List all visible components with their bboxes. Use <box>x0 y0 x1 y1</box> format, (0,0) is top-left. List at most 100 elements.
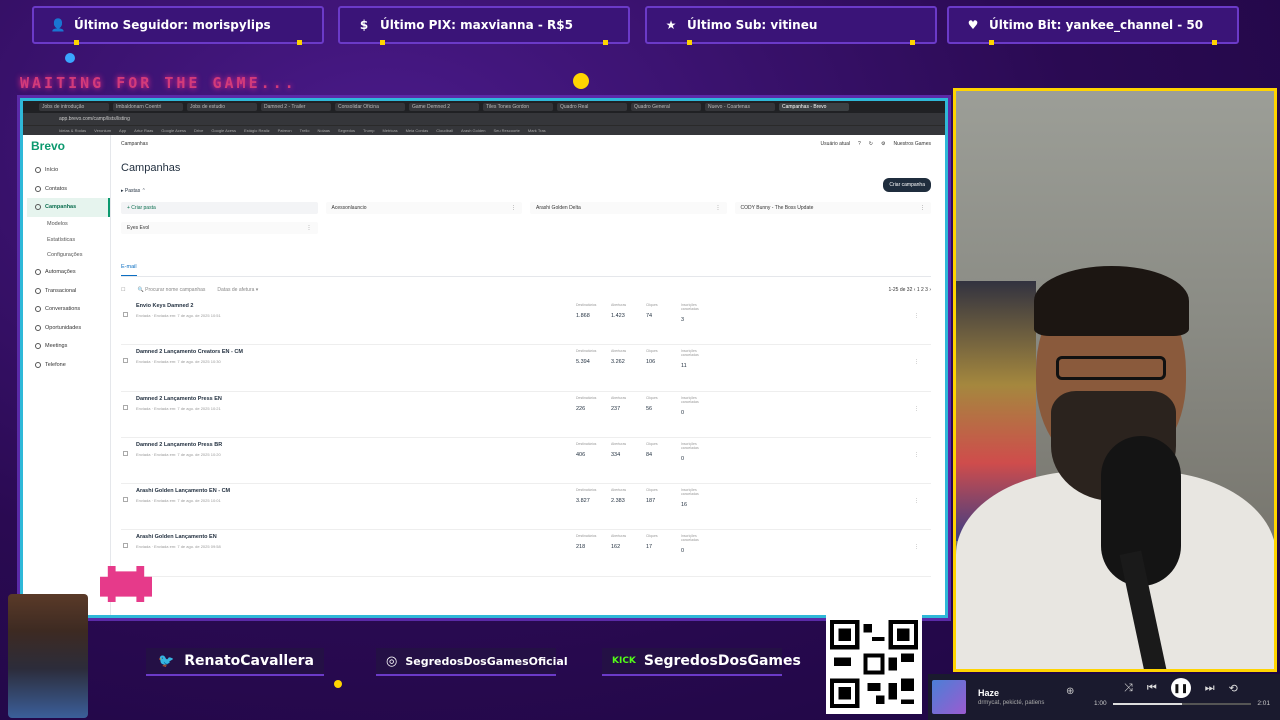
sidebar-item-meetings[interactable]: Meetings <box>31 337 110 356</box>
current-user-button[interactable]: Usuário atual <box>821 141 850 147</box>
bookmark-item[interactable]: Segredos <box>338 128 355 133</box>
bookmark-item[interactable]: Patreon <box>278 128 292 133</box>
table-row[interactable]: Envio Keys Damned 2 Enviada · Enviada em:… <box>121 299 931 346</box>
more-icon[interactable]: ⋮ <box>716 205 721 211</box>
date-filter[interactable]: Datas de afetura ▾ <box>217 287 258 293</box>
sidebar-item-oportunidades[interactable]: Oportunidades <box>31 319 110 338</box>
folders-toggle[interactable]: ▸ Pastas ⌃ <box>121 188 931 194</box>
folder-item[interactable]: Acessonlauncio ⋮ <box>325 202 522 214</box>
sidebar-item-contatos[interactable]: Contatos <box>31 180 110 199</box>
browser-tab[interactable]: Tiles Tones Gordon <box>483 103 553 111</box>
more-icon[interactable]: ⋮ <box>914 359 919 365</box>
more-icon[interactable]: ⋮ <box>914 544 919 550</box>
sidebar-item-estatísticas[interactable]: Estatísticas <box>31 232 110 248</box>
row-checkbox[interactable] <box>123 497 128 503</box>
sidebar-item-modelos[interactable]: Modelos <box>31 217 110 233</box>
more-icon[interactable]: ⋮ <box>914 498 919 504</box>
bookmark-item[interactable]: Ideias & Rodas <box>59 128 86 133</box>
bookmark-item[interactable]: Seu Rescoorte <box>493 128 519 133</box>
shuffle-icon[interactable]: ⤨ <box>1124 682 1133 695</box>
sidebar-item-campanhas[interactable]: Campanhas <box>27 198 110 217</box>
settings-icon[interactable]: ⚙ <box>881 141 885 147</box>
sidebar-item-início[interactable]: Início <box>31 161 110 180</box>
more-icon[interactable]: ⋮ <box>511 205 516 211</box>
add-icon[interactable]: ⊕ <box>1066 686 1074 697</box>
row-checkbox[interactable] <box>123 450 128 456</box>
progress-bar[interactable] <box>1112 702 1252 705</box>
bookmark-item[interactable]: Google Acess <box>211 128 236 133</box>
more-icon[interactable]: ⋮ <box>914 452 919 458</box>
browser-tab[interactable]: Damned 2 - Trailer <box>261 103 331 111</box>
table-row[interactable]: Damned 2 Lançamento Press EN Enviada · En… <box>121 392 931 438</box>
more-icon[interactable]: ⋮ <box>920 205 925 211</box>
brevo-logo[interactable]: Brevo <box>31 139 110 153</box>
address-bar[interactable]: app.brevo.com/camp/lists/listing <box>23 113 945 125</box>
browser-tab[interactable]: Campanhas - Brevo <box>779 103 849 111</box>
bookmark-item[interactable]: Trump <box>363 128 374 133</box>
folder-item[interactable]: Eyes Evol ⋮ <box>121 222 318 234</box>
tab-email[interactable]: E-mail <box>121 264 931 277</box>
page-1[interactable]: 1 <box>917 287 920 293</box>
help-icon[interactable]: ? <box>858 141 861 147</box>
pause-button[interactable]: ❚❚ <box>1170 678 1191 698</box>
create-campaign-button[interactable]: Criar campanha <box>883 178 931 192</box>
sidebar-item-configurações[interactable]: Configurações <box>31 248 110 264</box>
stat-value: 0 <box>681 548 685 555</box>
more-icon[interactable]: ⋮ <box>307 225 312 231</box>
bookmark-item[interactable]: Meia Cordas <box>406 128 429 133</box>
browser-tab[interactable]: Nuevo - Coartenas <box>705 103 775 111</box>
previous-icon[interactable]: ⏮ <box>1147 682 1157 695</box>
account-menu[interactable]: Nuestros Games <box>893 141 931 147</box>
row-checkbox[interactable] <box>123 358 128 364</box>
row-checkbox[interactable] <box>123 404 128 410</box>
repeat-icon[interactable]: ⟲ <box>1229 682 1238 695</box>
table-row[interactable]: Damned 2 Lançamento Press BR Enviada · En… <box>121 438 931 485</box>
bookmark-item[interactable]: Veronium <box>94 128 111 133</box>
browser-tab[interactable]: Jobs de estudio <box>187 103 257 111</box>
bookmark-item[interactable]: App <box>119 128 126 133</box>
refresh-icon[interactable]: ↻ <box>869 141 873 147</box>
browser-tab-strip: Jobs de introdução Imbaldonarn Coentri Job… <box>23 101 945 113</box>
campaign-name[interactable]: Envio Keys Damned 2 <box>136 303 576 309</box>
bookmark-item[interactable]: Artur Raas <box>134 128 153 133</box>
browser-tab[interactable]: Game Demned 2 <box>409 103 479 111</box>
bookmark-item[interactable]: Google Acess <box>161 128 186 133</box>
folder-item[interactable]: Arashi Golden Delta ⋮ <box>530 202 727 214</box>
more-icon[interactable]: ⋮ <box>914 313 919 319</box>
bookmark-item[interactable]: Cloudball <box>436 128 453 133</box>
create-folder-button[interactable]: + Criar pasta <box>121 202 318 214</box>
page-2[interactable]: 2 <box>921 287 924 293</box>
sidebar-item-conversations[interactable]: Conversations <box>31 300 110 319</box>
more-icon[interactable]: ⋮ <box>914 406 919 412</box>
browser-tab[interactable]: Quadro Real <box>557 103 627 111</box>
row-checkbox[interactable] <box>123 543 128 549</box>
campaign-name[interactable]: Arashi Golden Lançamento EN - CM <box>136 488 576 494</box>
next-icon[interactable]: ⏭ <box>1205 682 1215 695</box>
page-3[interactable]: 3 <box>925 287 928 293</box>
browser-tab[interactable]: Consolidar Oficina <box>335 103 405 111</box>
table-row[interactable]: Damned 2 Lançamento Creators EN - CM Envi… <box>121 345 931 392</box>
browser-tab[interactable]: Imbaldonarn Coentri <box>113 103 183 111</box>
browser-tab[interactable]: Quadro General <box>631 103 701 111</box>
select-all-checkbox[interactable]: ☐ <box>121 287 125 293</box>
bookmark-item[interactable]: Metricas <box>382 128 397 133</box>
search-input[interactable]: 🔍 Procurar nome campanhas <box>137 287 205 293</box>
table-row[interactable]: Arashi Golden Lançamento EN Enviada · Env… <box>121 530 931 577</box>
sidebar-item-automações[interactable]: Automações <box>31 263 110 282</box>
campaign-name[interactable]: Arashi Golden Lançamento EN <box>136 534 576 540</box>
bookmark-item[interactable]: Estágio Realiz <box>244 128 270 133</box>
bookmark-item[interactable]: Arash Golden <box>461 128 485 133</box>
campaign-name[interactable]: Damned 2 Lançamento Creators EN - CM <box>136 349 576 355</box>
sidebar-item-telefone[interactable]: Telefone <box>31 356 110 375</box>
folder-item[interactable]: CODY Bunny - The Boss Update ⋮ <box>734 202 931 214</box>
browser-tab[interactable]: Jobs de introdução <box>39 103 109 111</box>
bookmark-item[interactable]: Noiaas <box>317 128 329 133</box>
campaign-name[interactable]: Damned 2 Lançamento Press EN <box>136 396 576 402</box>
campaign-name[interactable]: Damned 2 Lançamento Press BR <box>136 442 576 448</box>
table-row[interactable]: Arashi Golden Lançamento EN - CM Enviada … <box>121 484 931 531</box>
sidebar-item-transacional[interactable]: Transacional <box>31 282 110 301</box>
row-checkbox[interactable] <box>123 312 128 317</box>
bookmark-item[interactable]: Trello <box>300 128 310 133</box>
bookmark-item[interactable]: Drive <box>194 128 203 133</box>
bookmark-item[interactable]: Mark Tras <box>528 128 546 133</box>
